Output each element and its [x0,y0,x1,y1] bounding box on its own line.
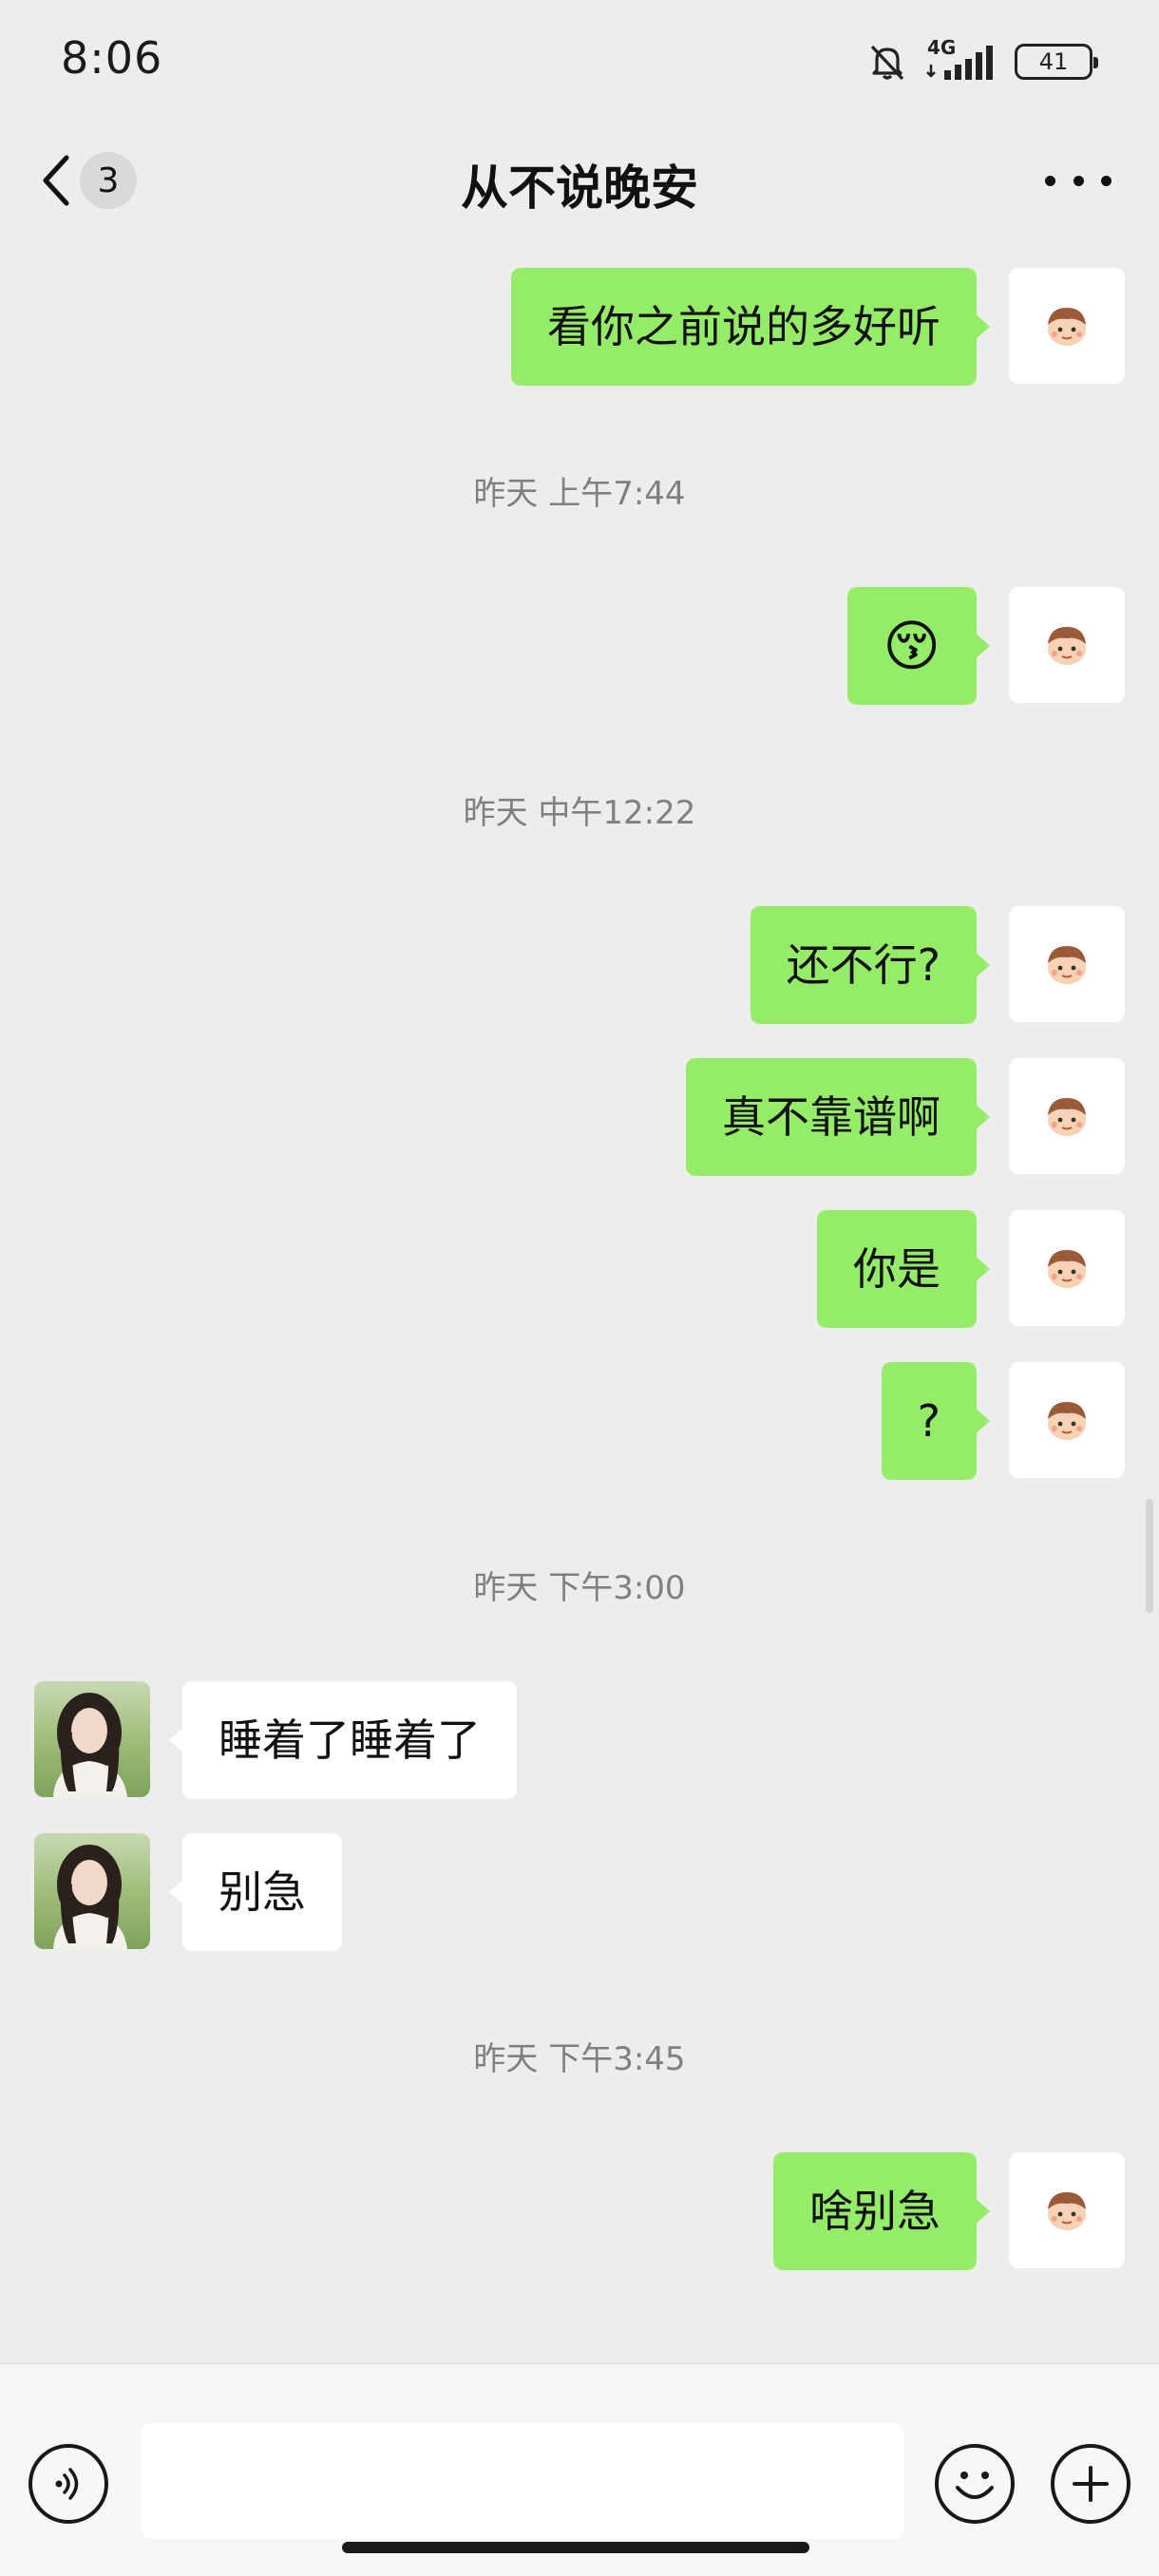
timestamp: 昨天 上午7:44 [473,475,686,513]
message-input[interactable] [141,2423,904,2539]
battery-level: 41 [1038,48,1069,75]
nav-bar: 3 从不说晚安 [0,133,1159,228]
message-outgoing[interactable]: 真不靠谱啊 [686,1058,1125,1176]
message-bubble[interactable]: 还不行? [750,906,991,1024]
my-avatar[interactable] [1009,1210,1125,1326]
message-outgoing[interactable]: 看你之前说的多好听 [511,268,1125,386]
more-dots-icon[interactable] [1045,161,1112,199]
battery-icon: 41 [1015,44,1098,80]
timestamp: 昨天 中午12:22 [463,794,696,832]
chat-title: 从不说晚安 [461,161,698,216]
message-outgoing[interactable]: 啥别急 [773,2152,1125,2270]
chat-screen: 8:06 4G 41 3 从不说晚安 看你之前说的多好听 昨天 上午7:44 😚… [0,0,1159,2576]
my-avatar[interactable] [1009,587,1125,703]
message-bubble[interactable]: 看你之前说的多好听 [511,268,990,386]
kissing-face-emoji: 😚 [883,614,940,678]
message-list: 看你之前说的多好听 昨天 上午7:44 😚 昨天 中午12:22 还不行? 真不… [0,228,1159,2360]
message-bubble[interactable]: 睡着了睡着了 [169,1681,517,1799]
emoji-message-bubble[interactable]: 😚 [846,587,991,705]
message-outgoing[interactable]: 你是 [817,1210,1125,1328]
my-avatar[interactable] [1009,1362,1125,1478]
scrollbar-thumb[interactable] [1146,1499,1153,1613]
voice-icon[interactable] [28,2444,108,2524]
plus-icon[interactable] [1051,2444,1130,2524]
message-incoming[interactable]: 别急 [34,1833,342,1951]
my-avatar[interactable] [1009,1058,1125,1174]
my-avatar[interactable] [1009,906,1125,1022]
message-bubble[interactable]: ? [881,1362,991,1480]
bell-muted-icon [866,41,908,83]
status-icons: 4G 41 [866,36,1098,85]
timestamp: 昨天 下午3:00 [473,1569,686,1607]
message-outgoing[interactable]: 😚 [846,587,1125,705]
my-avatar[interactable] [1009,268,1125,384]
message-bubble[interactable]: 你是 [817,1210,990,1328]
message-incoming[interactable]: 睡着了睡着了 [34,1681,517,1799]
message-outgoing[interactable]: 还不行? [750,906,1125,1024]
contact-avatar[interactable] [34,1833,150,1949]
contact-avatar[interactable] [34,1681,150,1797]
status-time: 8:06 [61,32,163,84]
network-type: 4G [927,36,957,59]
message-bubble[interactable]: 啥别急 [773,2152,990,2270]
signal-icon: 4G [925,36,998,85]
status-bar: 8:06 4G 41 [0,0,1159,133]
emoji-icon[interactable] [935,2444,1015,2524]
timestamp: 昨天 下午3:45 [473,2040,686,2078]
message-bubble[interactable]: 别急 [169,1833,342,1951]
home-indicator[interactable] [342,2542,809,2553]
message-outgoing[interactable]: ? [881,1362,1125,1480]
message-bubble[interactable]: 真不靠谱啊 [686,1058,990,1176]
my-avatar[interactable] [1009,2152,1125,2268]
